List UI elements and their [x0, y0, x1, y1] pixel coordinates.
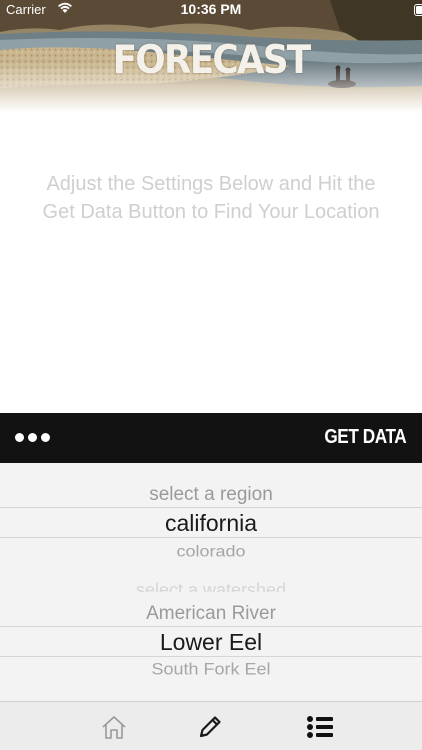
tab-bar [0, 701, 422, 750]
region-picker-top-line [0, 507, 422, 508]
watershed-option[interactable]: South Fork Eel [0, 660, 422, 679]
watershed-picker-bottom-line [0, 656, 422, 657]
watershed-option[interactable]: American River [0, 603, 422, 625]
get-data-button[interactable]: GET DATA [324, 426, 406, 449]
app-logo: FORECAST [112, 38, 312, 83]
region-option-selected[interactable]: california [0, 510, 422, 537]
region-picker-bottom-line [0, 537, 422, 538]
clock-label: 10:36 PM [180, 1, 242, 17]
toolbar: GET DATA [0, 413, 422, 463]
more-dots-icon[interactable] [15, 433, 50, 442]
tab-home[interactable] [84, 702, 144, 750]
tab-list[interactable] [290, 702, 350, 750]
watershed-option-selected[interactable]: Lower Eel [0, 629, 422, 656]
tab-edit[interactable] [180, 702, 240, 750]
picker-panel: select a region california colorado sele… [0, 463, 422, 701]
status-bar: Carrier 10:36 PM [0, 0, 422, 20]
header-banner: FORECAST Carrier 10:36 PM [0, 0, 422, 112]
watershed-option[interactable]: select a watershed [0, 580, 422, 592]
instructions-text: Adjust the Settings Below and Hit the Ge… [42, 173, 380, 223]
pencil-icon [199, 715, 221, 737]
watershed-picker-top-line [0, 626, 422, 627]
home-icon [102, 715, 126, 739]
list-icon [307, 715, 333, 738]
region-option[interactable]: select a region [0, 484, 422, 506]
region-option[interactable]: colorado [0, 542, 422, 560]
